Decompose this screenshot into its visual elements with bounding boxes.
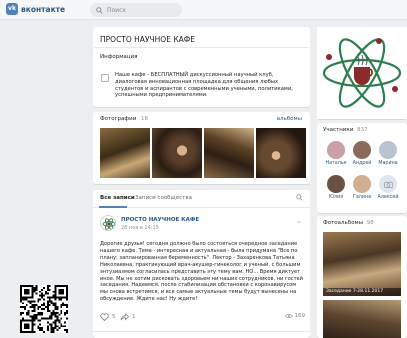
photos-label: Фотографии xyxy=(100,116,137,122)
photos-count: 18 xyxy=(141,116,149,122)
heart-icon xyxy=(100,313,109,321)
photos-card: Фотографии 18 альбомы xyxy=(93,112,310,184)
members-count: 837 xyxy=(357,127,368,133)
views-counter: 169 xyxy=(284,313,306,319)
member-item[interactable]: Наталья xyxy=(323,141,349,166)
albums-link[interactable]: альбомы xyxy=(277,116,302,122)
views-count: 169 xyxy=(294,313,306,319)
avatar xyxy=(327,141,345,159)
member-item[interactable]: Марина xyxy=(375,141,401,166)
members-card: Участники 837 Наталья Андрей Марина Юлия… xyxy=(317,123,407,213)
qr-code xyxy=(20,285,68,333)
albums-label: Фотоальбомы xyxy=(323,220,364,226)
active-tab-indicator xyxy=(99,206,127,208)
photos-heading[interactable]: Фотографии 18 xyxy=(100,116,148,122)
post-actions: 5 1 169 xyxy=(100,313,305,325)
avatar xyxy=(327,175,345,193)
avatar xyxy=(353,141,371,159)
tab-community-posts[interactable]: Записи сообщества xyxy=(135,195,192,201)
avatar xyxy=(353,175,371,193)
member-name: Марина xyxy=(378,161,398,166)
divider xyxy=(93,331,310,332)
tab-all-posts[interactable]: Все записи xyxy=(100,195,135,201)
albums-count: 98 xyxy=(366,220,374,226)
vk-logo[interactable]: vk вконтакте xyxy=(6,3,65,15)
search-input[interactable]: Поиск xyxy=(90,3,182,17)
post-author[interactable]: ПРОСТО НАУЧНОЕ КАФЕ xyxy=(121,217,199,223)
info-description: Наше кафе - БЕСПЛАТНЫЙ дискуссионный нау… xyxy=(115,72,293,99)
member-name: Андрей xyxy=(352,161,372,166)
photo-thumbnail[interactable] xyxy=(152,128,202,178)
share-count: 1 xyxy=(132,314,136,320)
member-item[interactable]: Галина xyxy=(349,175,375,200)
group-avatar-card xyxy=(317,27,407,119)
atom-logo-icon xyxy=(102,218,115,230)
album-cover[interactable] xyxy=(323,232,401,296)
members-heading[interactable]: Участники 837 xyxy=(323,127,368,133)
member-name: Алексей xyxy=(377,195,399,200)
member-item[interactable]: Алексей xyxy=(375,175,401,200)
photo-thumbnail[interactable] xyxy=(100,128,150,178)
page-title: ПРОСТО НАУЧНОЕ КАФЕ xyxy=(100,35,195,44)
logo-text: вконтакте xyxy=(21,4,66,14)
member-name: Наталья xyxy=(325,161,347,166)
search-icon xyxy=(96,6,103,14)
camera-icon xyxy=(383,181,393,188)
album-title[interactable]: Заседание 7-28.11.2017 xyxy=(323,288,401,296)
like-button[interactable]: 5 xyxy=(100,313,116,321)
avatar[interactable] xyxy=(100,215,116,231)
like-count: 5 xyxy=(112,314,116,320)
member-name: Юлия xyxy=(328,195,344,200)
member-item[interactable]: Андрей xyxy=(349,141,375,166)
search-placeholder: Поиск xyxy=(107,6,127,14)
chevron-down-icon[interactable]: ⌄ xyxy=(296,217,302,225)
info-icon xyxy=(101,74,109,82)
share-icon xyxy=(120,313,129,321)
qr-code-icon xyxy=(20,285,68,333)
wall-card: Все записи Записи сообщества ПРОСТО НАУЧ… xyxy=(93,190,310,338)
top-bar: vk вконтакте Поиск xyxy=(0,0,407,20)
avatar xyxy=(379,175,397,193)
photo-thumbnail[interactable] xyxy=(204,128,254,178)
albums-heading[interactable]: Фотоальбомы 98 xyxy=(323,220,374,226)
post-text: Дорогие друзья! сегодня должно было сост… xyxy=(100,241,303,303)
album-cover[interactable] xyxy=(323,300,401,338)
post-date[interactable]: 28 ноя в 14:15 xyxy=(121,225,159,231)
share-button[interactable]: 1 xyxy=(120,313,136,321)
avatar xyxy=(379,141,397,159)
atom-logo-icon[interactable] xyxy=(317,27,407,119)
member-item[interactable]: Юлия xyxy=(323,175,349,200)
vk-logo-icon: vk xyxy=(6,3,18,15)
albums-card: Фотоальбомы 98 Заседание 7-28.11.2017 xyxy=(317,216,407,338)
members-label: Участники xyxy=(323,127,354,133)
info-heading: Информация xyxy=(100,54,138,60)
search-icon[interactable] xyxy=(296,194,303,201)
photo-thumbnail[interactable] xyxy=(256,128,306,178)
member-name: Галина xyxy=(352,195,372,200)
info-card: Информация Наше кафе - БЕСПЛАТНЫЙ дискус… xyxy=(93,47,310,107)
eye-icon xyxy=(284,313,293,319)
wall-tabs: Все записи Записи сообщества xyxy=(93,190,310,208)
